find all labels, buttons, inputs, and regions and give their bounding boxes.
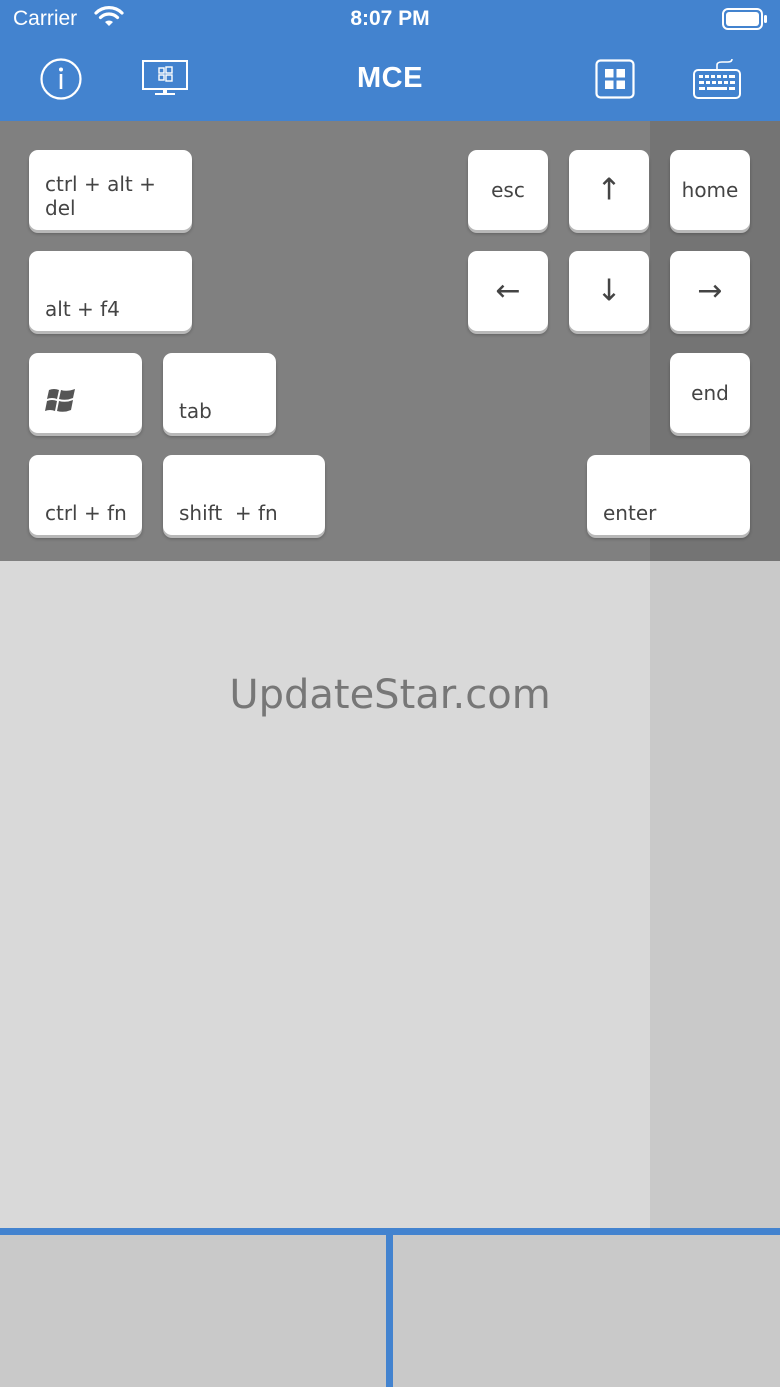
windows-logo-icon (45, 386, 77, 421)
left-arrow-icon: ← (495, 273, 521, 309)
keyboard-button[interactable] (692, 54, 742, 104)
mouse-button-separator (386, 1235, 393, 1387)
key-label: alt + f4 (45, 297, 120, 321)
key-label: ctrl + alt + del (45, 172, 156, 220)
watermark: UpdateStar.com (229, 672, 551, 718)
right-arrow-key[interactable]: → (670, 251, 750, 331)
alt-f4-key[interactable]: alt + f4 (29, 251, 192, 331)
left-arrow-key[interactable]: ← (468, 251, 548, 331)
windows-key[interactable] (29, 353, 142, 433)
nav-bar: MCE (0, 40, 780, 121)
scroll-strip[interactable] (650, 561, 780, 1228)
down-arrow-key[interactable]: ↓ (569, 251, 649, 331)
windows-grid-icon (595, 59, 635, 99)
status-bar: Carrier 8:07 PM (0, 0, 780, 40)
enter-key[interactable]: enter (587, 455, 750, 535)
right-arrow-icon: → (697, 273, 723, 309)
key-label: tab (179, 399, 212, 423)
keyboard-icon (693, 58, 741, 99)
key-label: end (691, 381, 729, 405)
down-arrow-icon: ↓ (596, 273, 622, 309)
shift-fn-key[interactable]: shift + fn (163, 455, 325, 535)
key-label: ctrl + fn (45, 501, 127, 525)
shortcut-keys-panel: ctrl + alt + del alt + f4 tab ctrl + fn … (0, 121, 780, 561)
home-key[interactable]: home (670, 150, 750, 230)
left-click-button[interactable] (0, 1235, 386, 1387)
key-label: esc (491, 178, 525, 202)
start-menu-button[interactable] (590, 54, 640, 104)
tab-key[interactable]: tab (163, 353, 276, 433)
touchpad[interactable] (0, 561, 650, 1228)
clock: 8:07 PM (350, 7, 430, 30)
key-label: enter (603, 501, 657, 525)
ctrl-fn-key[interactable]: ctrl + fn (29, 455, 142, 535)
end-key[interactable]: end (670, 353, 750, 433)
ctrl-alt-del-key[interactable]: ctrl + alt + del (29, 150, 192, 230)
key-label: shift + fn (179, 501, 278, 525)
esc-key[interactable]: esc (468, 150, 548, 230)
mouse-buttons-divider (0, 1228, 780, 1235)
battery-icon (722, 8, 768, 35)
up-arrow-key[interactable]: ↑ (569, 150, 649, 230)
page-title: MCE (357, 62, 423, 94)
key-label: home (681, 178, 739, 202)
up-arrow-icon: ↑ (596, 172, 622, 208)
right-click-button[interactable] (393, 1235, 780, 1387)
